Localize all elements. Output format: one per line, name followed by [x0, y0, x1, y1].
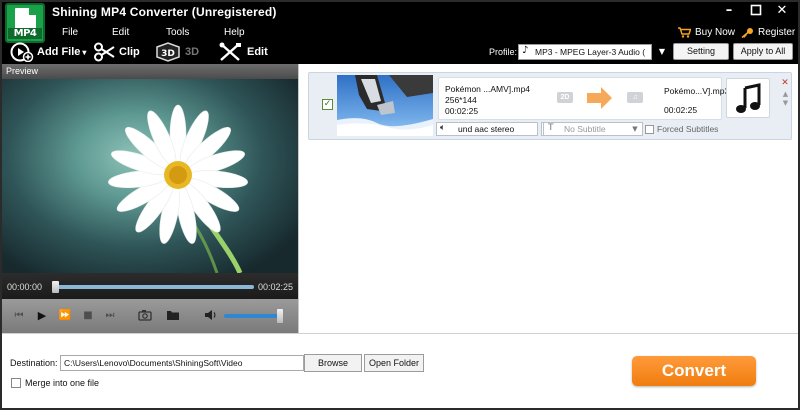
- menu-edit[interactable]: Edit: [112, 27, 129, 38]
- fast-forward-icon[interactable]: ⏩: [58, 309, 72, 323]
- audio-track-select[interactable]: 🔈︎ und aac stereo: [436, 122, 538, 136]
- 3d-cube-icon: 3D: [156, 42, 180, 62]
- music-note-icon: [736, 83, 761, 113]
- skip-forward-icon[interactable]: ⏭: [103, 309, 117, 323]
- daisy-image: [108, 104, 248, 273]
- maximize-icon[interactable]: [748, 4, 764, 18]
- register-label: Register: [758, 27, 796, 38]
- file-item-checkbox[interactable]: ✓: [322, 99, 333, 110]
- merge-label: Merge into one file: [25, 378, 100, 388]
- subtitle-value: No Subtitle: [564, 124, 606, 134]
- edit-button[interactable]: Edit: [218, 42, 268, 62]
- subtitle-icon: T: [548, 123, 554, 133]
- key-icon: [741, 28, 753, 38]
- title-and-toolbar: MP4 Shining MP4 Converter (Unregistered)…: [2, 2, 798, 64]
- current-time: 00:00:00: [7, 282, 43, 292]
- setting-button[interactable]: Setting: [673, 43, 729, 60]
- output-file-name: Pokémo...V].mp3: [664, 86, 730, 96]
- seek-bar-area: 00:00:00 00:02:25: [2, 273, 298, 299]
- merge-checkbox[interactable]: [11, 378, 21, 388]
- profile-label: Profile:: [489, 47, 518, 57]
- menu-file[interactable]: File: [62, 27, 78, 38]
- preview-header: Preview: [2, 64, 298, 79]
- output-format-icon[interactable]: [726, 78, 770, 118]
- clip-button[interactable]: Clip: [94, 42, 140, 62]
- add-file-label: Add File: [37, 46, 81, 58]
- snapshot-icon[interactable]: [138, 309, 152, 323]
- profile-select[interactable]: ♪ MP3 - MPEG Layer-3 Audio (: [518, 44, 652, 60]
- profile-dropdown-icon[interactable]: ▼: [655, 45, 669, 59]
- apply-to-all-button[interactable]: Apply to All: [733, 43, 793, 60]
- total-time: 00:02:25: [258, 282, 294, 292]
- app-logo-icon: MP4: [5, 3, 45, 43]
- add-file-dropdown-icon[interactable]: ▾: [82, 48, 86, 57]
- menu-help[interactable]: Help: [224, 27, 245, 38]
- buy-now-label: Buy Now: [695, 27, 736, 38]
- file-thumbnail: [337, 75, 433, 136]
- playback-controls: ⏮ ▶ ⏩ ■ ⏭: [2, 299, 298, 333]
- folder-icon[interactable]: [166, 309, 180, 323]
- profile-value: MP3 - MPEG Layer-3 Audio (: [535, 47, 646, 57]
- stop-icon[interactable]: ■: [81, 309, 95, 323]
- audio-track-value: und aac stereo: [458, 124, 515, 134]
- edit-label: Edit: [247, 46, 268, 58]
- music-note-icon: ♪: [522, 45, 529, 56]
- browse-button[interactable]: Browse: [304, 354, 362, 372]
- source-resolution: 256*144: [445, 95, 477, 105]
- seek-handle[interactable]: [52, 281, 59, 293]
- audio-badge-icon: ♫: [627, 92, 643, 103]
- convert-button[interactable]: Convert: [632, 356, 756, 386]
- clip-label: Clip: [119, 46, 140, 58]
- 2d-badge: 2D: [557, 92, 573, 103]
- volume-slider[interactable]: [224, 314, 280, 318]
- app-window: MP4 Shining MP4 Converter (Unregistered)…: [0, 0, 800, 410]
- remove-file-icon[interactable]: ✕: [780, 78, 790, 88]
- source-duration: 00:02:25: [445, 106, 479, 116]
- open-folder-button[interactable]: Open Folder: [364, 354, 424, 372]
- subtitle-dropdown-icon[interactable]: ▼: [629, 122, 641, 136]
- close-icon[interactable]: ✕: [774, 4, 790, 18]
- convert-arrow-icon: [585, 86, 613, 115]
- minimize-icon[interactable]: –: [721, 4, 737, 18]
- menu-tools[interactable]: Tools: [166, 27, 189, 38]
- subtitle-select[interactable]: T No Subtitle: [543, 122, 643, 136]
- skip-back-icon[interactable]: ⏮: [12, 309, 26, 323]
- forced-subtitles-label: Forced Subtitles: [657, 124, 719, 134]
- move-down-icon[interactable]: ▼: [781, 99, 790, 108]
- add-file-button[interactable]: Add File ▾: [10, 42, 86, 62]
- cart-icon: [678, 27, 691, 38]
- window-title: Shining MP4 Converter (Unregistered): [52, 5, 277, 19]
- destination-input[interactable]: C:\Users\Lenovo\Documents\ShiningSoft\Vi…: [60, 355, 304, 371]
- 3d-button[interactable]: 3D 3D: [154, 42, 199, 62]
- register-link[interactable]: Register: [741, 27, 795, 38]
- add-video-icon: [10, 42, 34, 62]
- buy-now-link[interactable]: Buy Now: [678, 27, 735, 38]
- forced-subtitles-checkbox[interactable]: [645, 125, 654, 134]
- svg-text:3D: 3D: [161, 49, 175, 59]
- preview-video: [2, 79, 298, 273]
- source-file-name: Pokémon ...AMV].mp4: [445, 84, 531, 94]
- play-icon[interactable]: ▶: [35, 309, 49, 323]
- output-duration: 00:02:25: [664, 105, 698, 115]
- volume-handle[interactable]: [277, 309, 283, 323]
- destination-label: Destination:: [10, 358, 58, 368]
- file-info-panel: Pokémon ...AMV].mp4 256*144 00:02:25 2D …: [438, 77, 729, 120]
- logo-label: MP4: [8, 28, 42, 39]
- speaker-icon: 🔈︎: [440, 123, 446, 133]
- scissors-icon: [94, 42, 115, 62]
- move-up-icon[interactable]: ▲: [781, 90, 790, 99]
- 3d-label: 3D: [185, 46, 200, 58]
- seek-slider[interactable]: [54, 285, 254, 289]
- tools-icon: [219, 42, 241, 61]
- volume-icon[interactable]: [204, 309, 218, 323]
